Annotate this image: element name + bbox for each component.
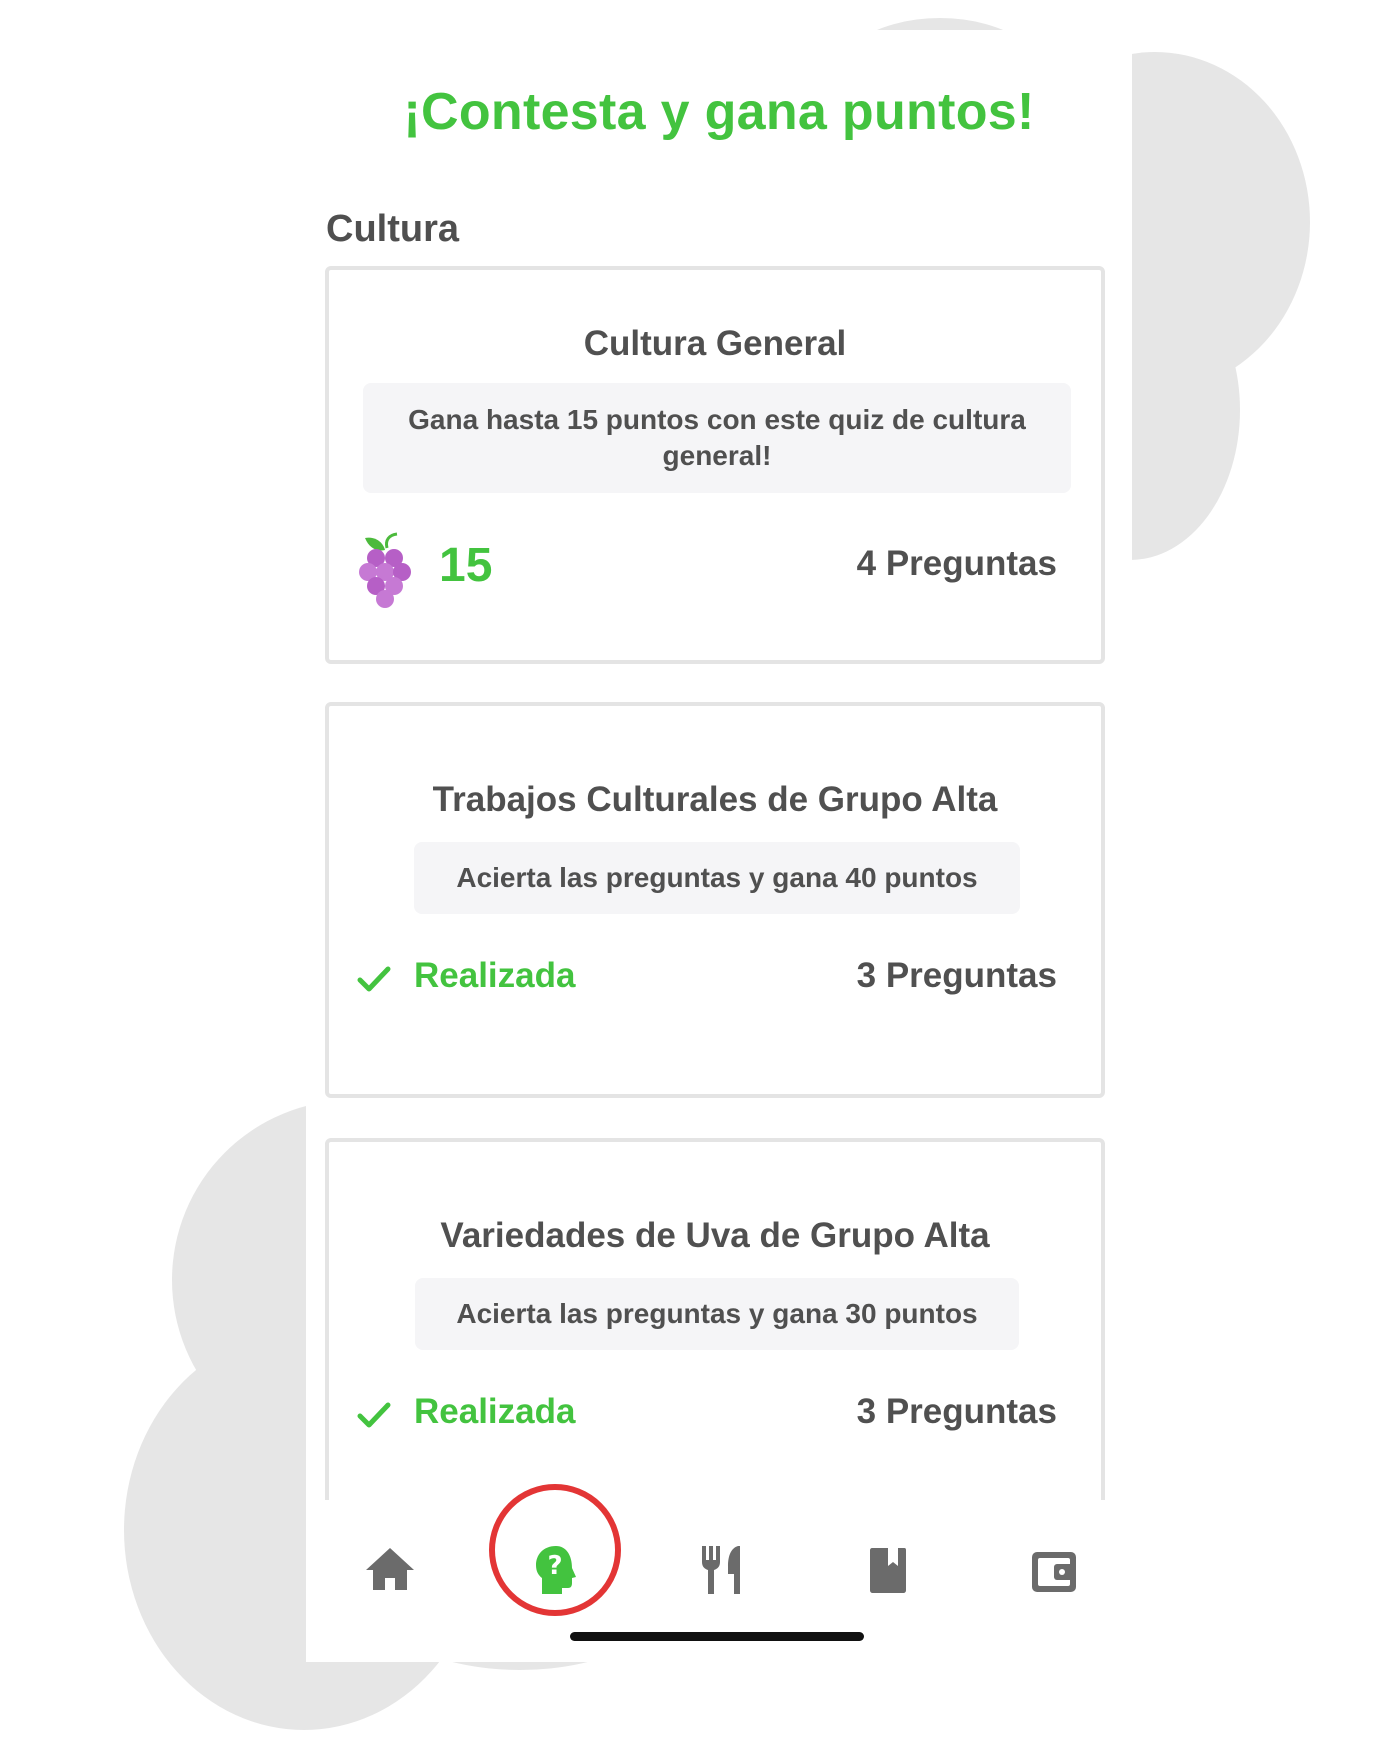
quiz-status: Realizada	[414, 1392, 576, 1431]
wallet-icon	[1024, 1552, 1084, 1604]
quiz-card-variedades-uva[interactable]: Variedades de Uva de Grupo Alta Acierta …	[325, 1138, 1105, 1538]
check-icon	[357, 1400, 391, 1435]
home-indicator	[570, 1632, 864, 1641]
page-title: ¡Contesta y gana puntos!	[403, 83, 1035, 141]
quiz-question-count: 4 Preguntas	[856, 544, 1057, 583]
quiz-card-description: Gana hasta 15 puntos con este quiz de cu…	[363, 383, 1071, 493]
quiz-card-title: Cultura General	[583, 324, 847, 363]
quiz-question-count: 3 Preguntas	[856, 1392, 1057, 1431]
quiz-card-title: Trabajos Culturales de Grupo Alta	[432, 780, 998, 819]
quiz-card-description: Acierta las preguntas y gana 40 puntos	[414, 842, 1020, 914]
grapes-icon	[357, 532, 417, 610]
quiz-card-cultura-general[interactable]: Cultura General Gana hasta 15 puntos con…	[325, 266, 1105, 664]
tab-wallet[interactable]	[1024, 1540, 1084, 1600]
home-icon	[360, 1548, 420, 1604]
quiz-card-title: Variedades de Uva de Grupo Alta	[440, 1216, 990, 1255]
restaurant-icon	[692, 1546, 752, 1604]
tab-book[interactable]	[858, 1540, 918, 1600]
quiz-question-count: 3 Preguntas	[856, 956, 1057, 995]
app-screen: ¡Contesta y gana puntos! Cultura Cultura…	[306, 30, 1132, 1662]
highlight-ring	[489, 1484, 621, 1616]
quiz-status: Realizada	[414, 956, 576, 995]
quiz-points: 15	[439, 539, 493, 592]
check-icon	[357, 964, 391, 999]
section-title: Cultura	[326, 208, 459, 250]
tab-home[interactable]	[360, 1540, 420, 1600]
book-icon	[858, 1548, 918, 1604]
tab-restaurant[interactable]	[692, 1540, 752, 1600]
quiz-card-trabajos-culturales[interactable]: Trabajos Culturales de Grupo Alta Aciert…	[325, 702, 1105, 1098]
quiz-card-description: Acierta las preguntas y gana 30 puntos	[415, 1278, 1019, 1350]
